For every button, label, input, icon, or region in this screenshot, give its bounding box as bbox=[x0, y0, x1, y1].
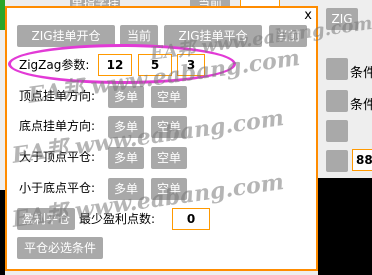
bottom-buy-button[interactable]: 多单 bbox=[108, 116, 144, 138]
current-button-2[interactable]: 当前 bbox=[269, 25, 307, 47]
below-bottom-buy-button[interactable]: 多单 bbox=[108, 178, 144, 200]
above-vertex-buy-button[interactable]: 多单 bbox=[108, 147, 144, 169]
bg-side-button-4[interactable] bbox=[326, 150, 348, 172]
zig-settings-panel: x ZIG挂单开仓 当前 ZIG挂单平仓 当前 ZigZag参数: 12 5 3… bbox=[5, 6, 318, 271]
bg-dark-area bbox=[318, 178, 372, 275]
vertex-sell-button[interactable]: 空单 bbox=[151, 86, 187, 108]
bg-condition-label-1: 条件 bbox=[350, 66, 372, 81]
zig-pending-open-button[interactable]: ZIG挂单开仓 bbox=[17, 25, 115, 47]
current-button-1[interactable]: 当前 bbox=[120, 25, 158, 47]
vertex-pending-direction-label: 顶点挂单方向: bbox=[19, 89, 96, 103]
chart-background: 里指字挂 当前 ZIG 条件 条件 888 x ZIG挂单开仓 当前 ZIG挂单… bbox=[0, 0, 372, 275]
min-profit-points-input[interactable]: 0 bbox=[172, 208, 210, 230]
bg-zig-button[interactable]: ZIG bbox=[326, 8, 358, 30]
above-vertex-close-label: 大于顶点平仓: bbox=[19, 150, 96, 164]
bottom-sell-button[interactable]: 空单 bbox=[151, 116, 187, 138]
bg-condition-label-2: 条件 bbox=[350, 98, 372, 113]
close-icon[interactable]: x bbox=[304, 9, 312, 23]
zigzag-params-label: ZigZag参数: bbox=[19, 58, 90, 72]
vertex-buy-button[interactable]: 多单 bbox=[108, 86, 144, 108]
zigzag-deviation-input[interactable]: 5 bbox=[138, 54, 172, 76]
bottom-pending-direction-label: 底点挂单方向: bbox=[19, 119, 96, 133]
above-vertex-sell-button[interactable]: 空单 bbox=[151, 147, 187, 169]
bg-side-button-1[interactable] bbox=[326, 58, 348, 80]
zigzag-depth-input[interactable]: 12 bbox=[98, 54, 132, 76]
bg-side-button-2[interactable] bbox=[326, 90, 348, 112]
profit-close-button[interactable]: 盈利平仓 bbox=[17, 208, 75, 230]
min-profit-points-label: 最少盈利点数: bbox=[79, 212, 156, 226]
close-conditions-button[interactable]: 平仓必选条件 bbox=[17, 237, 103, 259]
bg-side-button-3[interactable] bbox=[326, 120, 348, 142]
zig-pending-close-button[interactable]: ZIG挂单平仓 bbox=[164, 25, 262, 47]
below-bottom-sell-button[interactable]: 空单 bbox=[151, 178, 187, 200]
zigzag-backstep-input[interactable]: 3 bbox=[177, 54, 205, 76]
below-bottom-close-label: 小于底点平仓: bbox=[19, 181, 96, 195]
bg-number-input[interactable]: 888 bbox=[352, 149, 372, 171]
